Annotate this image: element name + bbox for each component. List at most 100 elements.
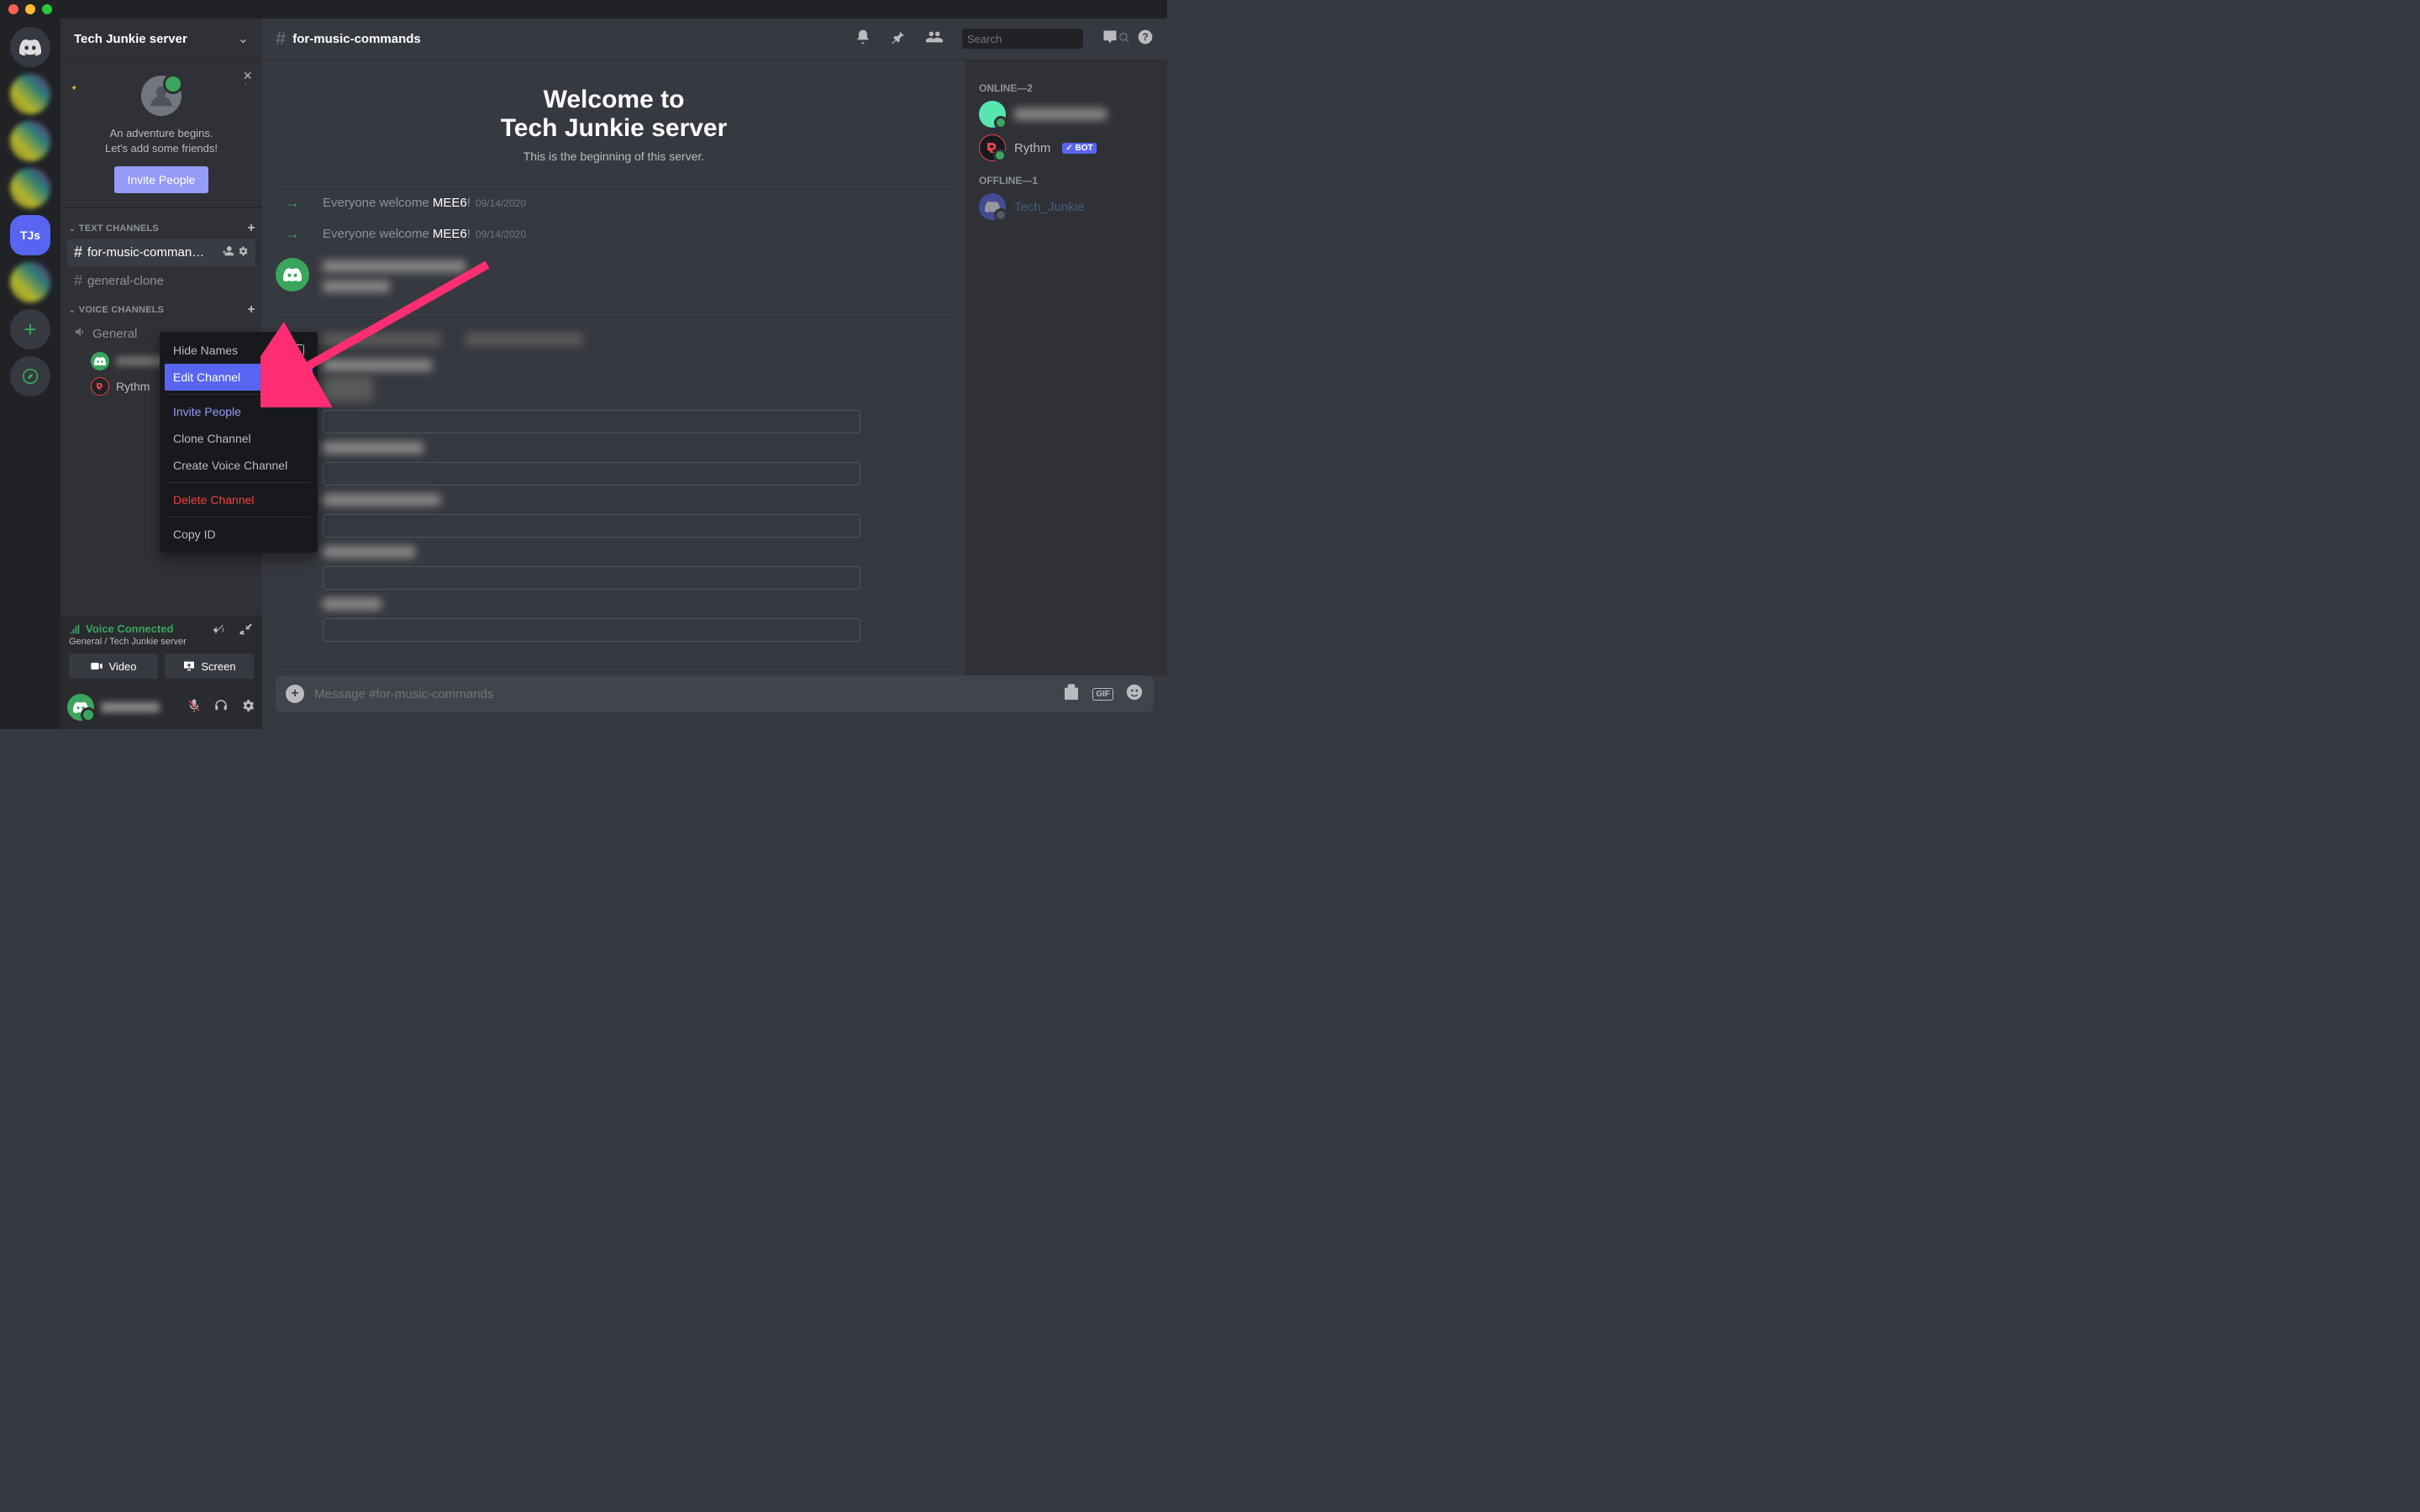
window-titlebar — [0, 0, 1167, 18]
discord-logo-icon — [19, 39, 41, 55]
ctx-invite-people[interactable]: Invite People — [165, 398, 313, 425]
add-channel-icon[interactable]: + — [247, 221, 255, 236]
disconnect-icon[interactable] — [239, 622, 254, 642]
message — [276, 249, 952, 303]
explore-servers-button[interactable] — [10, 356, 50, 396]
gear-icon[interactable] — [237, 245, 249, 260]
notifications-icon[interactable] — [855, 29, 871, 50]
chevron-down-icon: ⌄ — [69, 224, 76, 233]
mute-icon[interactable] — [187, 698, 202, 717]
sparkle-icon: · — [245, 79, 247, 88]
add-channel-icon[interactable]: + — [247, 302, 255, 318]
ctx-edit-channel[interactable]: Edit Channel — [165, 364, 313, 391]
server-item[interactable] — [10, 121, 50, 161]
member-name: Tech_Junkie — [1014, 200, 1084, 214]
discord-logo-icon — [73, 701, 88, 713]
members-offline-heading: OFFLINE—1 — [972, 165, 1160, 190]
channel-for-music-commands[interactable]: # for-music-comman… — [67, 239, 255, 266]
user-icon — [149, 83, 174, 108]
avatar — [91, 352, 109, 370]
svg-text:?: ? — [1142, 32, 1148, 43]
signal-icon — [69, 623, 81, 635]
home-button[interactable] — [10, 27, 50, 67]
self-avatar[interactable] — [67, 694, 94, 721]
gift-icon[interactable] — [1062, 683, 1081, 706]
voice-status[interactable]: Voice Connected — [69, 622, 187, 635]
text-channels-category[interactable]: ⌄TEXT CHANNELS + — [60, 214, 262, 238]
welcome-subtext: This is the beginning of this server. — [276, 150, 952, 163]
search-input[interactable] — [967, 33, 1115, 45]
user-area — [60, 685, 262, 729]
attach-button[interactable]: + — [286, 685, 304, 703]
member-name: Rythm — [1014, 141, 1050, 155]
join-arrow-icon: → — [276, 225, 309, 243]
inbox-icon[interactable] — [1102, 29, 1118, 50]
avatar — [979, 193, 1006, 220]
ctx-create-voice[interactable]: Create Voice Channel — [165, 452, 313, 479]
system-message: → Everyone welcome MEE6!09/14/2020 — [276, 187, 952, 218]
server-item[interactable] — [10, 74, 50, 114]
speaker-icon — [74, 325, 87, 343]
search-box[interactable] — [962, 29, 1083, 49]
hash-icon: # — [276, 28, 286, 50]
server-item[interactable] — [10, 168, 50, 208]
voice-channels-category[interactable]: ⌄VOICE CHANNELS + — [60, 296, 262, 319]
channel-label: general-clone — [87, 274, 164, 288]
server-header[interactable]: Tech Junkie server ⌄ — [60, 18, 262, 59]
add-server-button[interactable]: + — [10, 309, 50, 349]
avatar — [979, 134, 1006, 161]
invite-card: × ✦ · An adventure begins. Let's add som… — [60, 59, 262, 207]
pinned-messages-icon[interactable] — [890, 29, 907, 50]
hash-icon: # — [74, 272, 82, 290]
member-list-toggle-icon[interactable] — [925, 28, 944, 50]
settings-gear-icon[interactable] — [240, 698, 255, 717]
member-name: Rythm — [116, 380, 150, 393]
avatar — [979, 101, 1006, 128]
invite-text-line1: An adventure begins. — [74, 126, 249, 141]
chevron-down-icon: ⌄ — [238, 30, 249, 47]
system-message: → Everyone welcome MEE6!09/14/2020 — [276, 218, 952, 249]
video-button[interactable]: Video — [69, 654, 158, 679]
traffic-light-close[interactable] — [8, 4, 18, 14]
member-row-tech-junkie[interactable]: Tech_Junkie — [972, 190, 1160, 223]
message — [276, 324, 952, 659]
message-input[interactable] — [314, 687, 1052, 701]
server-name: Tech Junkie server — [74, 32, 187, 46]
help-icon[interactable]: ? — [1137, 29, 1154, 50]
gif-icon[interactable]: GIF — [1092, 688, 1113, 701]
channel-title: for-music-commands — [292, 32, 421, 46]
sparkle-icon: ✦ — [71, 84, 77, 93]
hash-icon: # — [74, 244, 82, 261]
screen-share-button[interactable]: Screen — [165, 654, 254, 679]
invite-people-button[interactable]: Invite People — [114, 166, 209, 193]
deafen-icon[interactable] — [213, 698, 229, 717]
message-list[interactable]: Welcome to Tech Junkie server This is th… — [262, 59, 965, 675]
avatar — [91, 377, 109, 396]
bot-tag: ✓ BOT — [1062, 143, 1096, 154]
member-row[interactable] — [972, 97, 1160, 131]
member-row-rythm[interactable]: Rythm ✓ BOT — [972, 131, 1160, 165]
channel-general-clone[interactable]: # general-clone — [67, 267, 255, 295]
member-name — [1014, 108, 1107, 120]
ctx-delete-channel[interactable]: Delete Channel — [165, 486, 313, 513]
emoji-icon[interactable] — [1125, 683, 1144, 706]
welcome-heading-1: Welcome to — [276, 86, 952, 114]
add-member-icon[interactable] — [222, 245, 234, 260]
member-list: ONLINE—2 Rythm ✓ BOT OFFLINE—1 — [965, 59, 1167, 675]
self-username — [101, 702, 160, 712]
traffic-light-minimize[interactable] — [25, 4, 35, 14]
ctx-hide-names[interactable]: Hide Names — [165, 337, 313, 364]
ctx-copy-id[interactable]: Copy ID — [165, 521, 313, 548]
discord-logo-icon — [94, 357, 106, 365]
welcome-heading-2: Tech Junkie server — [276, 114, 952, 143]
noise-suppression-icon[interactable] — [212, 622, 227, 642]
invite-text-line2: Let's add some friends! — [74, 141, 249, 156]
members-online-heading: ONLINE—2 — [972, 72, 1160, 97]
server-item-active[interactable]: TJs — [10, 215, 50, 255]
voice-sub: General / Tech Junkie server — [69, 637, 187, 647]
server-item[interactable] — [10, 262, 50, 302]
ctx-clone-channel[interactable]: Clone Channel — [165, 425, 313, 452]
invite-avatar — [138, 72, 185, 119]
avatar[interactable] — [276, 258, 309, 291]
traffic-light-zoom[interactable] — [42, 4, 52, 14]
